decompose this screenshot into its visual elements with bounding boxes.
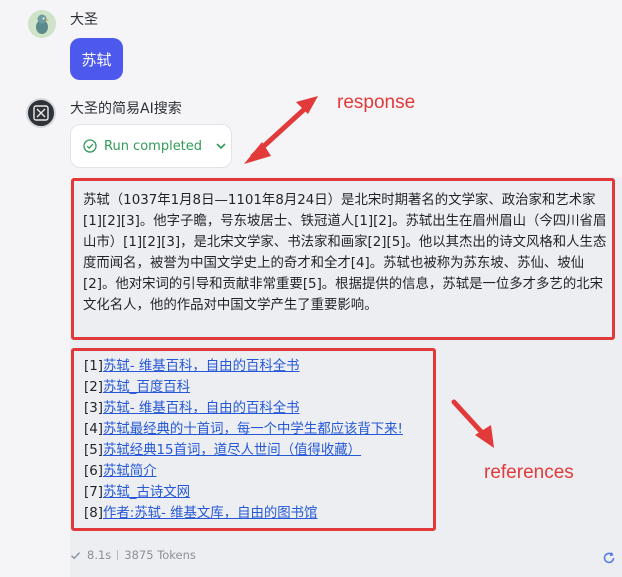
response-annotation: response <box>337 92 416 113</box>
references-annotation: references <box>484 462 574 483</box>
references-arrow <box>451 399 494 448</box>
annotation-arrows <box>244 96 494 448</box>
response-arrow <box>244 96 318 164</box>
